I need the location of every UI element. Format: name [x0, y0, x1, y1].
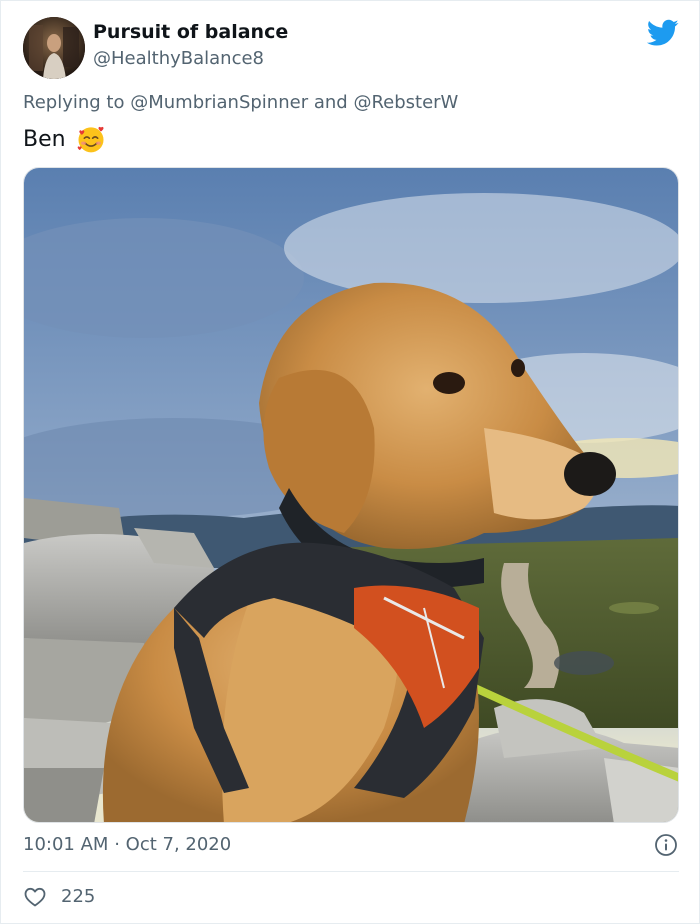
heart-outline-icon[interactable]: [23, 885, 47, 909]
tweet-timestamp[interactable]: 10:01 AM · Oct 7, 2020: [23, 834, 231, 855]
tweet-date[interactable]: Oct 7, 2020: [126, 834, 232, 855]
display-name[interactable]: Pursuit of balance: [93, 21, 288, 43]
avatar[interactable]: [23, 17, 85, 79]
tweet-text: Ben: [23, 124, 106, 154]
twitter-bird-icon[interactable]: [647, 19, 679, 47]
reply-prefix: Replying to: [23, 92, 125, 113]
mention-link[interactable]: @RebsterW: [353, 92, 458, 113]
divider: [23, 871, 679, 872]
reply-joiner: and: [313, 92, 348, 113]
tweet-body: Ben: [23, 126, 66, 152]
tweet-card: Pursuit of balance @HealthyBalance8 Repl…: [0, 0, 700, 924]
reply-context: Replying to @MumbrianSpinner and @Rebste…: [23, 92, 458, 113]
meta-separator: ·: [114, 834, 120, 855]
mention-link[interactable]: @MumbrianSpinner: [130, 92, 308, 113]
tweet-time[interactable]: 10:01 AM: [23, 834, 108, 855]
tweet-photo[interactable]: [23, 167, 679, 823]
like-count: 225: [61, 886, 96, 907]
user-handle[interactable]: @HealthyBalance8: [93, 48, 264, 69]
info-icon[interactable]: [654, 833, 678, 857]
smiling-face-with-hearts-icon: [77, 126, 104, 153]
